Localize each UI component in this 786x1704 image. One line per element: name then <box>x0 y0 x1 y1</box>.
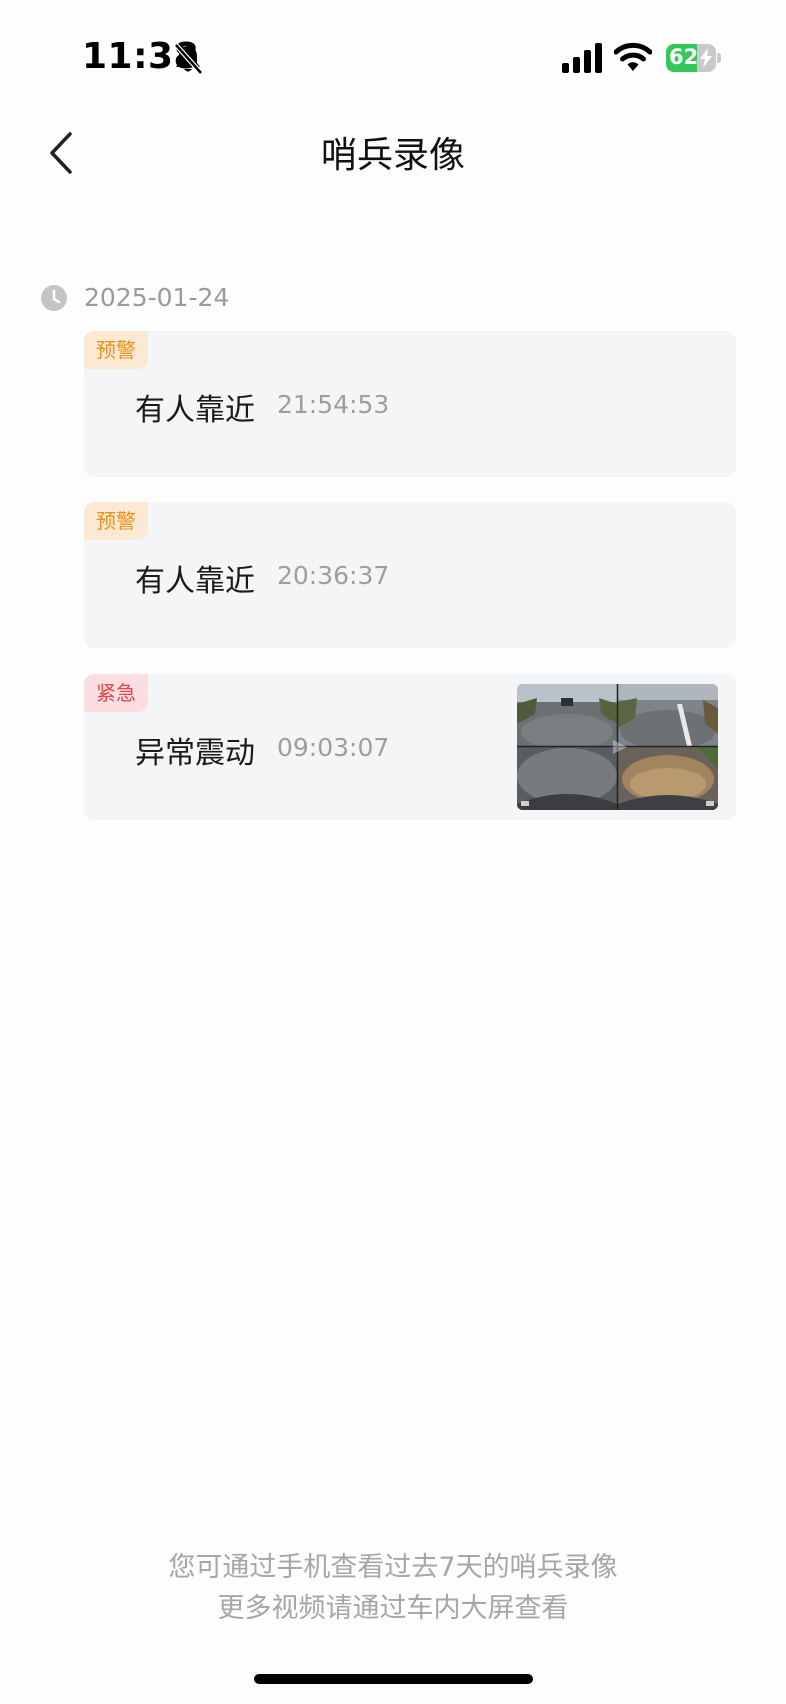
battery-cap <box>717 53 721 63</box>
sentry-recordings-screen: 11:38 62 哨兵录像 2025-01-24 预警 有人靠近 21:54:5… <box>0 0 786 1704</box>
status-bar: 11:38 62 <box>0 0 786 110</box>
urgent-tag: 紧急 <box>84 674 148 712</box>
in-car-screen-note: 更多视频请通过车内大屏查看 <box>217 1593 569 1624</box>
event-card[interactable]: 预警 有人靠近 21:54:53 <box>84 331 736 477</box>
event-card[interactable]: 紧急 异常震动 09:03:07 <box>84 674 736 820</box>
event-title: 异常震动 <box>135 736 255 771</box>
event-title: 有人靠近 <box>135 564 255 599</box>
date-label: 2025-01-24 <box>84 283 230 312</box>
page-title: 哨兵录像 <box>320 135 465 176</box>
retention-note: 您可通过手机查看过去7天的哨兵录像 <box>168 1552 618 1583</box>
cellular-signal-icon <box>562 43 602 73</box>
event-title: 有人靠近 <box>135 393 255 428</box>
warning-tag: 预警 <box>84 331 148 369</box>
battery-level: 62 <box>669 45 699 69</box>
charging-bolt-icon <box>700 48 712 68</box>
warning-tag: 预警 <box>84 502 148 540</box>
event-time: 21:54:53 <box>277 390 390 419</box>
home-indicator <box>254 1674 533 1684</box>
event-time: 09:03:07 <box>277 733 390 762</box>
event-time: 20:36:37 <box>277 561 390 590</box>
battery-body: 62 <box>666 44 716 72</box>
wifi-icon <box>614 42 652 71</box>
clock-icon <box>41 285 67 311</box>
video-thumbnail[interactable] <box>517 684 718 810</box>
battery-indicator: 62 <box>666 44 721 72</box>
bell-off-icon <box>174 43 203 75</box>
event-card[interactable]: 预警 有人靠近 20:36:37 <box>84 502 736 648</box>
